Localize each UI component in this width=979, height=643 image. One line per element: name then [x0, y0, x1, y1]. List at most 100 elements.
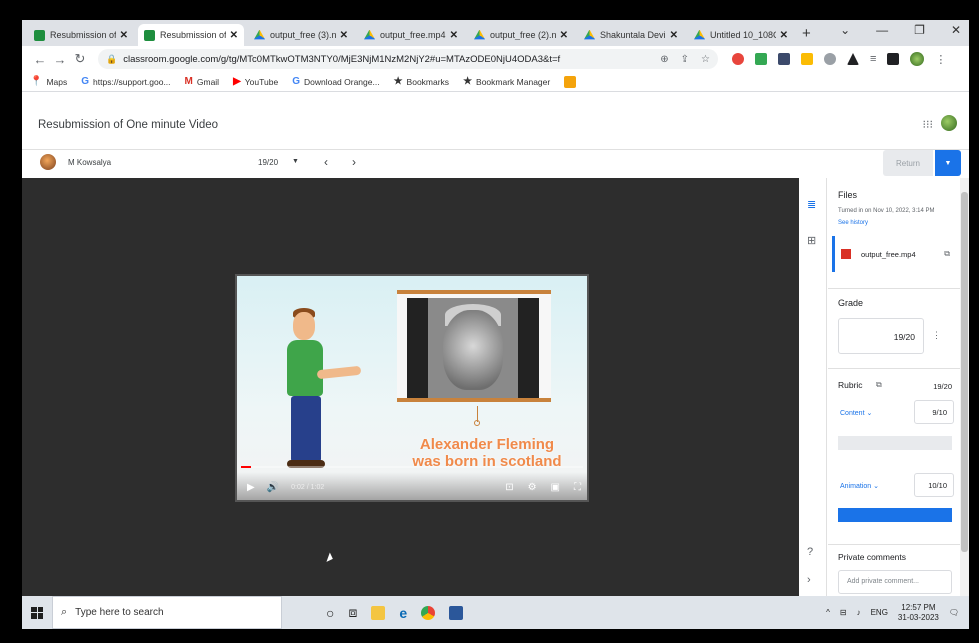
- task-view-icon[interactable]: ⧈: [348, 604, 357, 621]
- minimize-button[interactable]: —: [876, 23, 888, 37]
- video-player[interactable]: Alexander Fleming was born in scotland ▶…: [235, 274, 589, 502]
- tab-close-icon[interactable]: ✕: [560, 30, 568, 41]
- lock-icon[interactable]: 🔒: [106, 54, 117, 65]
- reload-icon[interactable]: ↻: [70, 51, 90, 67]
- miniplayer-icon[interactable]: ▣: [551, 482, 560, 493]
- turned-in-status: Turned in on Nov 10, 2022, 3:14 PM: [838, 208, 935, 214]
- close-window-button[interactable]: ✕: [951, 23, 961, 37]
- restore-button[interactable]: ❐: [914, 23, 925, 37]
- extension-icon[interactable]: [778, 53, 790, 65]
- tab-close-icon[interactable]: ✕: [780, 30, 788, 41]
- bookmark-maps[interactable]: 📍 Maps: [30, 76, 67, 87]
- criterion-score-content[interactable]: 9/10: [914, 400, 954, 424]
- file-explorer-icon[interactable]: [371, 605, 386, 620]
- help-icon[interactable]: ?: [807, 546, 813, 558]
- address-toolbar: ← → ↻ 🔒 classroom.google.com/g/tg/MTc0MT…: [22, 46, 969, 72]
- rubric-level-bar-selected[interactable]: [838, 508, 952, 522]
- profile-avatar[interactable]: [910, 52, 925, 66]
- rubric-criterion-animation[interactable]: Animation ⌄: [840, 482, 879, 490]
- bookmark-support[interactable]: Ghttps://support.goo...: [81, 76, 170, 87]
- next-student-icon[interactable]: ›: [352, 155, 356, 169]
- bookmark-manager[interactable]: ★ Bookmark Manager: [463, 76, 550, 87]
- forward-icon[interactable]: →: [50, 52, 70, 67]
- return-button[interactable]: Return: [883, 150, 933, 176]
- back-icon[interactable]: ←: [30, 52, 50, 67]
- edge-icon[interactable]: e: [399, 605, 407, 621]
- private-comment-input[interactable]: Add private comment...: [838, 570, 952, 594]
- apps-grid-icon[interactable]: ⁝⁝⁝: [923, 118, 934, 131]
- browser-tab[interactable]: Shakuntala Devi ✕: [578, 24, 684, 46]
- browser-tab[interactable]: output_free (2).n ✕: [468, 24, 574, 46]
- bookmark-star-icon[interactable]: ☆: [701, 54, 710, 65]
- chevron-right-icon[interactable]: ›: [807, 574, 811, 586]
- word-icon[interactable]: [449, 605, 464, 620]
- start-button[interactable]: [22, 596, 52, 629]
- share-icon[interactable]: ⇪: [681, 54, 689, 65]
- zoom-icon[interactable]: ⊕: [660, 54, 668, 65]
- volume-tray-icon[interactable]: ♪: [857, 608, 861, 617]
- files-tab-icon[interactable]: ≣: [807, 198, 816, 211]
- extension-icon[interactable]: [732, 53, 744, 65]
- side-panel-icon[interactable]: [887, 53, 900, 65]
- tab-close-icon[interactable]: ✕: [670, 30, 678, 41]
- puzzle-icon[interactable]: [847, 53, 859, 65]
- browser-tab[interactable]: output_free.mp4 ✕: [358, 24, 464, 46]
- grade-input[interactable]: 19/20: [838, 318, 924, 354]
- more-options-icon[interactable]: ⋮: [932, 330, 941, 341]
- student-grade-select[interactable]: 19/20: [258, 158, 278, 167]
- extension-icon[interactable]: [755, 53, 767, 65]
- browser-tab[interactable]: output_free (3).n ✕: [248, 24, 354, 46]
- classroom-icon: [34, 29, 45, 41]
- tab-close-icon[interactable]: ✕: [230, 30, 238, 41]
- browser-tab-active[interactable]: Resubmission of ✕: [138, 24, 244, 46]
- grade-heading: Grade: [838, 298, 864, 308]
- fullscreen-icon[interactable]: ⛶: [574, 482, 581, 493]
- windows-taskbar: ⌕ Type here to search ○ ⧈ e ^ ⊟ ♪ ENG 12…: [22, 596, 969, 629]
- bookmark-extra[interactable]: [564, 75, 577, 88]
- chevron-up-icon[interactable]: ^: [826, 608, 830, 617]
- notifications-icon[interactable]: 🗨: [949, 608, 959, 617]
- reading-list-icon[interactable]: ≡: [870, 53, 876, 65]
- tab-search-icon[interactable]: ⌄: [840, 23, 850, 37]
- return-options-button[interactable]: ▼: [935, 150, 961, 176]
- taskbar-search[interactable]: ⌕ Type here to search: [52, 596, 282, 629]
- see-history-link[interactable]: See history: [838, 220, 868, 226]
- scrollbar-thumb[interactable]: [961, 192, 968, 552]
- extension-icon[interactable]: [824, 53, 836, 65]
- network-icon[interactable]: ⊟: [840, 608, 847, 617]
- account-avatar[interactable]: [941, 115, 957, 131]
- cortana-icon[interactable]: ○: [326, 605, 334, 621]
- extension-icon[interactable]: [801, 53, 813, 65]
- rubric-criterion-content[interactable]: Content ⌄: [840, 409, 872, 417]
- attachment-item[interactable]: output_free.mp4 ⧉: [832, 236, 956, 272]
- new-tab-button[interactable]: +: [802, 25, 811, 42]
- taskbar-clock[interactable]: 12:57 PM 31-03-2023: [898, 603, 939, 623]
- volume-icon[interactable]: 🔊: [267, 482, 279, 493]
- bookmark-youtube[interactable]: ▶ YouTube: [233, 76, 278, 87]
- chrome-icon[interactable]: [421, 605, 436, 620]
- play-icon[interactable]: ▶: [247, 482, 255, 493]
- previous-student-icon[interactable]: ‹: [324, 155, 328, 169]
- tab-close-icon[interactable]: ✕: [120, 30, 128, 41]
- tab-close-icon[interactable]: ✕: [340, 30, 348, 41]
- language-indicator[interactable]: ENG: [871, 608, 888, 617]
- tab-close-icon[interactable]: ✕: [450, 30, 458, 41]
- settings-gear-icon[interactable]: ⚙: [528, 482, 537, 493]
- bookmark-bookmarks[interactable]: ★ Bookmarks: [394, 76, 449, 87]
- browser-tab[interactable]: Untitled 10_108C ✕: [688, 24, 794, 46]
- video-progress-bar[interactable]: [241, 466, 583, 468]
- bookmark-app-icon: [564, 75, 577, 88]
- url-bar[interactable]: 🔒 classroom.google.com/g/tg/MTc0MTkwOTM3…: [98, 49, 718, 69]
- browser-tab[interactable]: Resubmission of ✕: [28, 24, 134, 46]
- comments-tab-icon[interactable]: ⊞: [807, 234, 816, 247]
- panel-scrollbar[interactable]: [960, 178, 969, 596]
- criterion-score-animation[interactable]: 10/10: [914, 473, 954, 497]
- bookmark-download[interactable]: G Download Orange...: [292, 76, 379, 87]
- bookmark-gmail[interactable]: M Gmail: [185, 76, 220, 87]
- menu-kebab-icon[interactable]: ⋮: [935, 53, 946, 66]
- chevron-down-icon[interactable]: ▼: [292, 158, 299, 165]
- open-in-new-icon[interactable]: ⧉: [944, 249, 950, 259]
- edit-rubric-icon[interactable]: ⧉: [876, 380, 882, 390]
- captions-icon[interactable]: ⊡: [505, 482, 513, 493]
- rubric-level-bar[interactable]: [838, 436, 952, 450]
